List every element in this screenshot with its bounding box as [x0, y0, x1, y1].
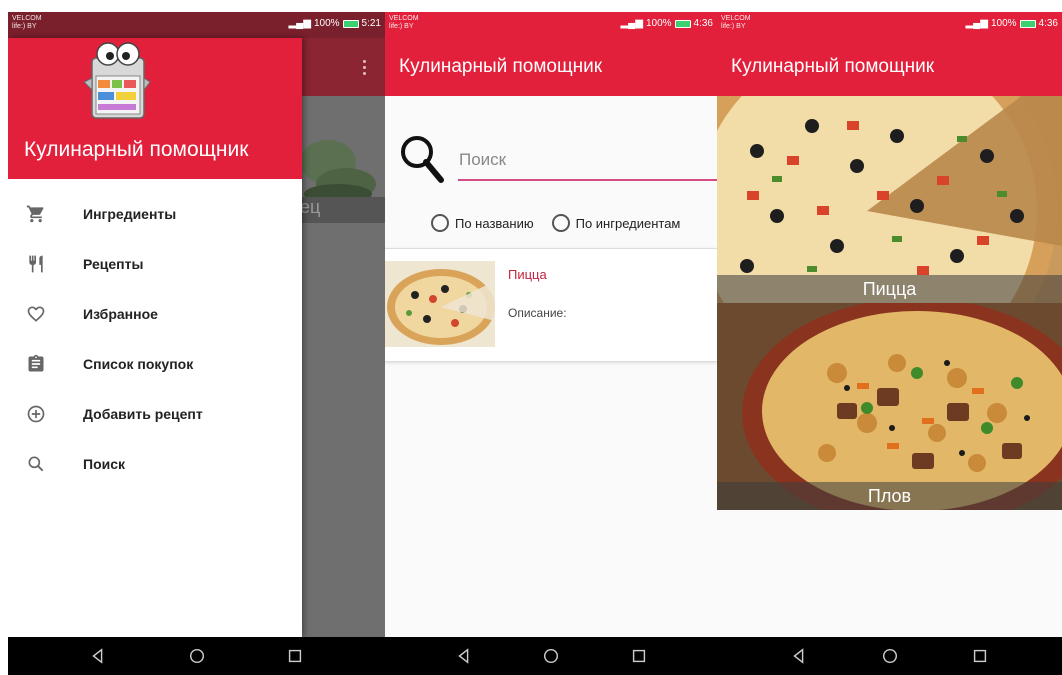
- drawer-item-label: Добавить рецепт: [83, 406, 203, 422]
- carrier-sub: life:) BY: [721, 23, 746, 30]
- recents-icon[interactable]: [971, 647, 989, 665]
- carrier-name: VELCOM: [721, 15, 751, 22]
- drawer-item-recipes[interactable]: Рецепты: [8, 239, 302, 289]
- drawer-menu: Ингредиенты Рецепты Избранное Список пок…: [8, 179, 302, 489]
- home-icon[interactable]: [542, 647, 560, 665]
- app-title: Кулинарный помощник: [731, 56, 935, 77]
- signal-icon: ▂▄▆: [620, 18, 643, 29]
- carrier-label: VELCOM life:) BY: [12, 15, 42, 31]
- signal-icon: ▂▄▆: [288, 18, 311, 29]
- status-bar: VELCOM life:) BY ▂▄▆ 100% 4:36: [717, 12, 1062, 38]
- drawer-item-shopping-list[interactable]: Список покупок: [8, 339, 302, 389]
- overflow-menu-icon: [363, 60, 367, 78]
- battery-percent: 100%: [313, 18, 340, 29]
- fork-knife-icon: [24, 252, 48, 276]
- carrier-name: VELCOM: [12, 15, 42, 22]
- clipboard-icon: [24, 352, 48, 376]
- recents-icon[interactable]: [286, 647, 304, 665]
- drawer-item-add-recipe[interactable]: Добавить рецепт: [8, 389, 302, 439]
- battery-percent: 100%: [990, 18, 1017, 29]
- status-indicators: ▂▄▆ 100% 5:21: [288, 18, 381, 29]
- system-nav-bar: [8, 637, 385, 675]
- radio-label: По ингредиентам: [575, 215, 681, 231]
- search-icon: [24, 452, 48, 476]
- signal-icon: ▂▄▆: [965, 18, 988, 29]
- fridge-mascot-icon: [83, 42, 151, 119]
- home-icon[interactable]: [881, 647, 899, 665]
- phone-screen-recipes: VELCOM life:) BY ▂▄▆ 100% 4:36 Кулинарны…: [717, 12, 1062, 675]
- drawer-item-search[interactable]: Поиск: [8, 439, 302, 489]
- carrier-sub: life:) BY: [12, 23, 37, 30]
- clock: 4:36: [1038, 18, 1058, 29]
- app-bar: Кулинарный помощник: [385, 38, 717, 96]
- system-nav-bar: [717, 637, 1062, 675]
- dimmed-card-label: ец: [298, 197, 385, 223]
- status-bar: VELCOM life:) BY ▂▄▆ 100% 4:36: [385, 12, 717, 38]
- status-indicators: ▂▄▆ 100% 4:36: [620, 18, 713, 29]
- home-icon[interactable]: [188, 647, 206, 665]
- system-nav-bar: [385, 637, 717, 675]
- drawer-title: Кулинарный помощник: [24, 138, 249, 161]
- drawer-item-label: Список покупок: [83, 356, 194, 372]
- back-icon[interactable]: [89, 647, 107, 665]
- navigation-drawer: Кулинарный помощник Ингредиенты Рецепты …: [8, 38, 302, 637]
- result-title: Пицца: [508, 267, 547, 282]
- drawer-item-label: Избранное: [83, 306, 158, 322]
- recipe-card-pizza[interactable]: Пицца: [717, 96, 1062, 303]
- recents-icon[interactable]: [630, 647, 648, 665]
- search-result-item[interactable]: Пицца Описание:: [385, 248, 717, 362]
- battery-icon: [342, 19, 359, 28]
- radio-circle[interactable]: [551, 214, 570, 232]
- add-circle-icon: [24, 402, 48, 426]
- radio-label: По названию: [455, 215, 534, 231]
- drawer-item-label: Рецепты: [83, 256, 144, 272]
- status-bar: VELCOM life:) BY ▂▄▆ 100% 5:21: [8, 12, 385, 38]
- app-title: Кулинарный помощник: [399, 56, 603, 77]
- carrier-sub: life:) BY: [389, 23, 414, 30]
- radio-by-ingredients[interactable]: По ингредиентам: [551, 214, 681, 232]
- result-description: Описание:: [508, 306, 567, 320]
- battery-icon: [674, 19, 691, 28]
- magnifier-icon[interactable]: [397, 130, 445, 186]
- radio-circle[interactable]: [431, 214, 449, 232]
- drawer-item-ingredients[interactable]: Ингредиенты: [8, 189, 302, 239]
- carrier-name: VELCOM: [389, 15, 419, 22]
- clock: 4:36: [693, 18, 713, 29]
- cart-icon: [24, 202, 48, 226]
- search-input[interactable]: [458, 141, 717, 181]
- search-panel: По названию По ингредиентам: [385, 96, 717, 246]
- search-mode-group: По названию По ингредиентам: [431, 214, 680, 232]
- back-icon[interactable]: [790, 647, 808, 665]
- drawer-item-label: Поиск: [83, 456, 126, 472]
- drawer-item-label: Ингредиенты: [83, 206, 177, 222]
- battery-icon: [1019, 19, 1036, 28]
- plov-photo: [717, 303, 1062, 510]
- status-indicators: ▂▄▆ 100% 4:36: [965, 18, 1058, 29]
- heart-icon: [24, 302, 48, 326]
- phone-screen-search: VELCOM life:) BY ▂▄▆ 100% 4:36 Кулинарны…: [385, 12, 717, 675]
- back-icon[interactable]: [455, 647, 473, 665]
- dimmed-label-fragment: ец: [300, 197, 321, 217]
- drawer-item-favorites[interactable]: Избранное: [8, 289, 302, 339]
- pizza-thumbnail: [385, 261, 495, 347]
- recipe-name: Пицца: [717, 275, 1062, 303]
- carrier-label: VELCOM life:) BY: [721, 15, 751, 31]
- pizza-photo: [717, 96, 1062, 303]
- clock: 5:21: [361, 18, 381, 29]
- recipe-card-plov[interactable]: Плов: [717, 303, 1062, 510]
- battery-percent: 100%: [645, 18, 672, 29]
- phone-screen-drawer: VELCOM life:) BY ▂▄▆ 100% 5:21 к ец: [8, 12, 385, 675]
- radio-by-name[interactable]: По названию: [431, 214, 534, 232]
- drawer-header: Кулинарный помощник: [8, 38, 302, 179]
- carrier-label: VELCOM life:) BY: [389, 15, 419, 31]
- app-bar: Кулинарный помощник: [717, 38, 1062, 96]
- recipe-name: Плов: [717, 482, 1062, 510]
